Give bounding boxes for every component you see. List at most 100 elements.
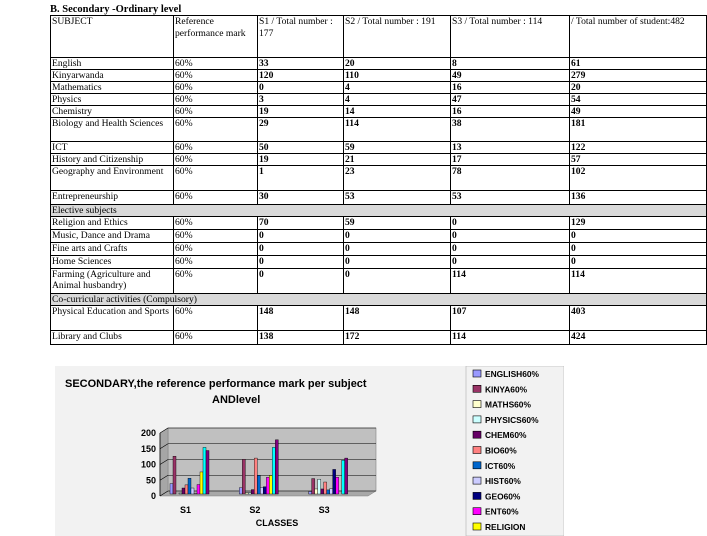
x-axis-label: CLASSES bbox=[256, 518, 299, 528]
cell-s2-count: 0 bbox=[343, 229, 451, 243]
cell-s2-count: 0 bbox=[343, 268, 451, 294]
cell-s1-count: 0 bbox=[257, 229, 344, 243]
table-row: ICT 60% 50 59 13 122 bbox=[50, 141, 707, 154]
cell-reference-mark: 60% bbox=[173, 57, 258, 70]
legend-label: PHYSICS60% bbox=[485, 415, 539, 425]
y-tick-label: 50 bbox=[146, 475, 156, 485]
bar bbox=[181, 487, 186, 495]
cell-total-count: 403 bbox=[569, 305, 707, 331]
results-table: SUBJECT Reference performance mark S1 / … bbox=[50, 15, 707, 345]
table-row: History and Citizenship 60% 19 21 17 57 bbox=[50, 153, 707, 166]
cell-total-count: 0 bbox=[569, 242, 707, 256]
header-s3: S3 / Total number : 114 bbox=[450, 15, 570, 58]
cell-s2-count: 20 bbox=[343, 57, 451, 70]
cell-subject: Fine arts and Crafts bbox=[50, 242, 174, 256]
chart-title-line2: ANDlevel bbox=[212, 394, 260, 406]
legend-swatch bbox=[472, 522, 482, 531]
cell-s3-count: 17 bbox=[450, 153, 570, 166]
cell-s3-count: 0 bbox=[450, 242, 570, 256]
cell-s1-count: 29 bbox=[257, 117, 344, 142]
legend-label: ICT60% bbox=[485, 461, 516, 471]
cell-subject: Physical Education and Sports bbox=[50, 305, 174, 331]
cell-s2-count: 4 bbox=[343, 81, 451, 94]
bar bbox=[314, 488, 318, 495]
legend-swatch bbox=[472, 461, 482, 470]
legend-label: KINYA60% bbox=[485, 384, 528, 394]
bar bbox=[323, 481, 327, 495]
bar bbox=[205, 450, 210, 495]
cell-s2-count: 53 bbox=[343, 190, 451, 205]
cell-total-count: 424 bbox=[569, 330, 707, 345]
bar bbox=[248, 492, 252, 495]
cell-total-count: 122 bbox=[569, 141, 707, 154]
y-tick-label: 150 bbox=[141, 444, 156, 454]
cell-s3-count: 114 bbox=[450, 268, 570, 294]
cell-reference-mark: 60% bbox=[173, 165, 258, 191]
header-reference-mark: Reference performance mark bbox=[173, 15, 258, 58]
cell-s1-count: 120 bbox=[257, 69, 344, 82]
bar bbox=[239, 487, 243, 495]
cell-s1-count: 0 bbox=[257, 242, 344, 256]
cell-subject: Music, Dance and Drama bbox=[50, 229, 174, 243]
legend-label: CHEM60% bbox=[485, 430, 527, 440]
cell-total-count: 114 bbox=[569, 268, 707, 294]
cell-s2-count: 114 bbox=[343, 117, 451, 142]
cell-total-count: 136 bbox=[569, 190, 707, 205]
results-sheet: B. Secondary -Ordinary level SUBJECT Ref… bbox=[50, 4, 707, 345]
cell-s2-count: 0 bbox=[343, 255, 451, 269]
legend-swatch bbox=[472, 430, 482, 439]
bar bbox=[254, 457, 258, 495]
cell-s1-count: 148 bbox=[257, 305, 344, 331]
section-label: Co-curricular activities (Compulsory) bbox=[50, 293, 707, 306]
cell-reference-mark: 60% bbox=[173, 216, 258, 230]
bar bbox=[184, 484, 189, 495]
bar bbox=[242, 459, 246, 495]
legend-swatch bbox=[472, 384, 482, 393]
cell-subject: Entrepreneurship bbox=[50, 190, 174, 205]
cell-s1-count: 30 bbox=[257, 190, 344, 205]
cell-subject: Geography and Environment bbox=[50, 165, 174, 191]
cell-reference-mark: 60% bbox=[173, 117, 258, 142]
table-row: Fine arts and Crafts 60% 0 0 0 0 bbox=[50, 242, 707, 256]
cell-subject: Mathematics bbox=[50, 81, 174, 94]
table-row: Farming (Agriculture and Animal husbandr… bbox=[50, 268, 707, 294]
table-row: Kinyarwanda 60% 120 110 49 279 bbox=[50, 69, 707, 82]
table-row: Biology and Health Sciences 60% 29 114 38 181 bbox=[50, 117, 707, 142]
cell-s1-count: 0 bbox=[257, 81, 344, 94]
legend-swatch bbox=[472, 400, 482, 408]
cell-reference-mark: 60% bbox=[173, 229, 258, 243]
chart-panel: SECONDARY,the reference performance mark… bbox=[55, 366, 564, 536]
y-tick-label: 100 bbox=[141, 460, 156, 470]
bar bbox=[329, 488, 333, 495]
bar bbox=[344, 457, 348, 495]
cell-s1-count: 70 bbox=[257, 216, 344, 230]
cell-reference-mark: 60% bbox=[173, 69, 258, 82]
legend-swatch bbox=[472, 507, 482, 515]
cell-s1-count: 50 bbox=[257, 141, 344, 154]
cell-s2-count: 59 bbox=[343, 141, 451, 154]
cell-reference-mark: 60% bbox=[173, 105, 258, 118]
cell-reference-mark: 60% bbox=[173, 81, 258, 94]
bar bbox=[332, 469, 336, 495]
cell-reference-mark: 60% bbox=[173, 268, 258, 294]
cell-s3-count: 0 bbox=[450, 255, 570, 269]
cell-subject: Chemistry bbox=[50, 105, 174, 118]
cell-s1-count: 19 bbox=[257, 105, 344, 118]
cell-subject: Biology and Health Sciences bbox=[50, 117, 174, 142]
legend-label: MATHS60% bbox=[485, 400, 531, 410]
cell-s2-count: 110 bbox=[343, 69, 451, 82]
cell-s2-count: 0 bbox=[343, 242, 451, 256]
cell-s1-count: 138 bbox=[257, 330, 344, 345]
bar-chart: SECONDARY,the reference performance mark… bbox=[65, 366, 564, 536]
legend-swatch bbox=[472, 369, 482, 378]
legend-label: RELIGION bbox=[485, 522, 525, 532]
cell-total-count: 57 bbox=[569, 153, 707, 166]
cell-s3-count: 16 bbox=[450, 81, 570, 94]
bar bbox=[308, 491, 312, 495]
header-subject: SUBJECT bbox=[50, 15, 174, 58]
cell-subject: ICT bbox=[50, 141, 174, 154]
legend-label: BIO60% bbox=[485, 446, 517, 456]
cell-s3-count: 107 bbox=[450, 305, 570, 331]
section-row: Co-curricular activities (Compulsory) bbox=[50, 293, 707, 306]
section-row: Elective subjects bbox=[50, 204, 707, 217]
